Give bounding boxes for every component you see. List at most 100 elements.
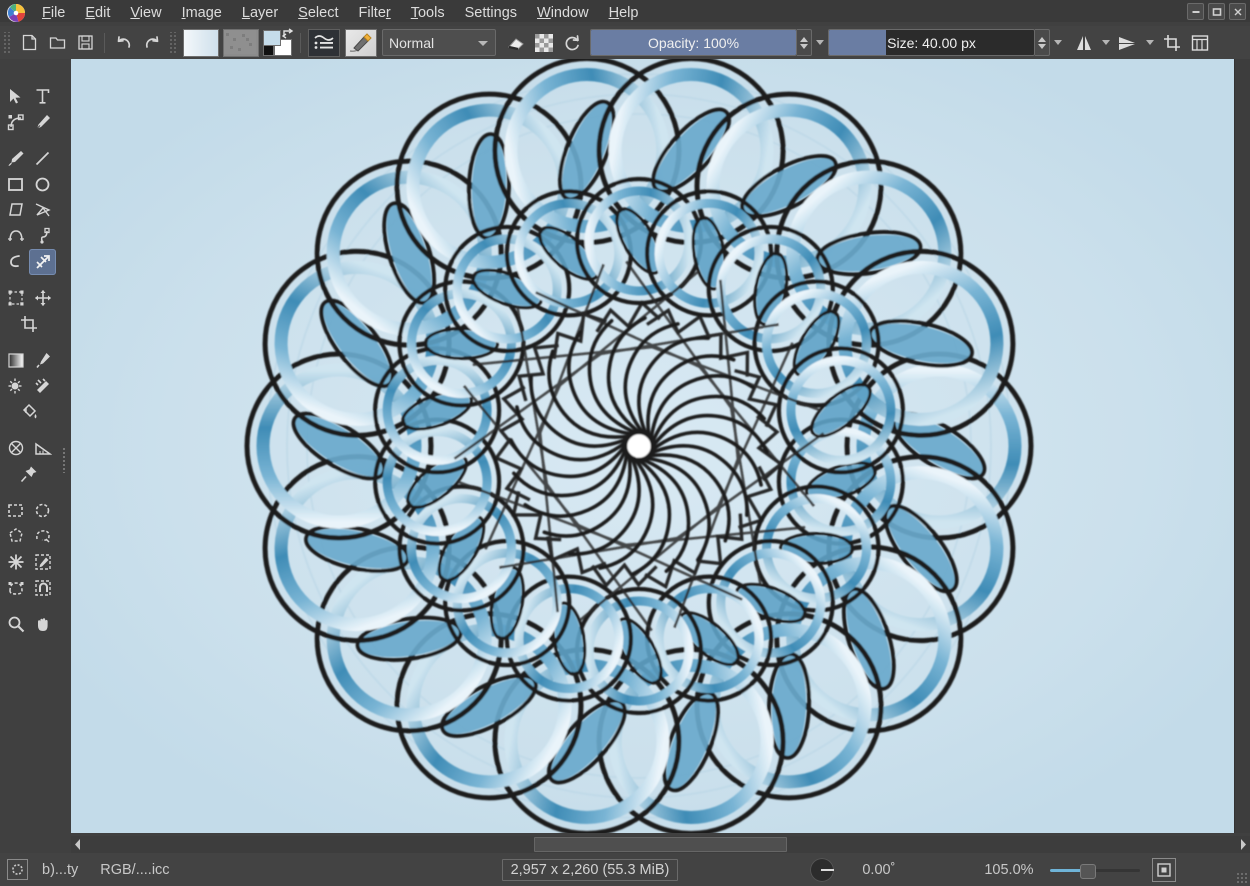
foreground-background-colors[interactable] bbox=[263, 30, 293, 56]
size-spin-up-icon[interactable] bbox=[1038, 37, 1046, 42]
menu-item-layer[interactable]: Layer bbox=[232, 2, 288, 24]
close-button[interactable] bbox=[1229, 3, 1246, 20]
reset-colors-icon[interactable] bbox=[263, 45, 274, 56]
tool-edit-shapes[interactable] bbox=[2, 109, 29, 135]
save-document-button[interactable] bbox=[72, 30, 98, 56]
toolbar-grip-1[interactable] bbox=[3, 32, 12, 54]
open-document-button[interactable] bbox=[44, 30, 70, 56]
workspaces-button[interactable] bbox=[1187, 30, 1213, 56]
zoom-slider[interactable] bbox=[1050, 862, 1140, 878]
tool-dynamic-brush[interactable] bbox=[2, 249, 29, 275]
size-spin-down-icon[interactable] bbox=[1038, 44, 1046, 49]
tool-polygon[interactable] bbox=[2, 197, 29, 223]
minimize-button[interactable] bbox=[1187, 3, 1204, 20]
canvas-splitter[interactable] bbox=[58, 59, 71, 833]
image-canvas[interactable] bbox=[71, 59, 1235, 833]
tool-contiguous-selection[interactable] bbox=[2, 549, 29, 575]
menu-item-settings[interactable]: Settings bbox=[455, 2, 527, 24]
new-document-button[interactable] bbox=[16, 30, 42, 56]
eraser-toggle-button[interactable] bbox=[503, 30, 529, 56]
mirror-horizontal-button[interactable] bbox=[1071, 30, 1097, 56]
tool-multibrush[interactable] bbox=[29, 249, 56, 275]
tool-magnetic-selection[interactable] bbox=[29, 575, 56, 601]
tool-bezier-curve[interactable] bbox=[2, 223, 29, 249]
swap-colors-icon[interactable] bbox=[282, 28, 294, 40]
size-spinner[interactable] bbox=[1035, 29, 1050, 56]
menu-item-select[interactable]: Select bbox=[288, 2, 348, 24]
tool-rectangular-selection[interactable] bbox=[2, 497, 29, 523]
tool-line[interactable] bbox=[29, 145, 56, 171]
scroll-left-button[interactable] bbox=[71, 837, 85, 852]
opacity-spin-down-icon[interactable] bbox=[800, 44, 808, 49]
brush-editor-button[interactable] bbox=[345, 29, 377, 57]
tool-similar-color-selection[interactable] bbox=[29, 549, 56, 575]
tool-bezier-selection[interactable] bbox=[2, 575, 29, 601]
menu-item-help[interactable]: Help bbox=[599, 2, 649, 24]
tool-smart-patch[interactable] bbox=[29, 373, 56, 399]
menu-item-tools[interactable]: Tools bbox=[401, 2, 455, 24]
mirror-horizontal-caret-icon[interactable] bbox=[1102, 40, 1110, 45]
horizontal-scrollbar[interactable] bbox=[71, 836, 1250, 853]
tool-rectangle[interactable] bbox=[2, 171, 29, 197]
opacity-options-caret-icon[interactable] bbox=[816, 40, 824, 45]
selection-mask-button[interactable] bbox=[7, 859, 28, 880]
scroll-right-button[interactable] bbox=[1236, 837, 1250, 852]
tool-color-sampler[interactable] bbox=[29, 347, 56, 373]
redo-button[interactable] bbox=[139, 30, 165, 56]
tool-freehand-brush[interactable] bbox=[2, 145, 29, 171]
vertical-scrollbar[interactable] bbox=[1234, 59, 1250, 833]
tool-measure[interactable] bbox=[29, 435, 56, 461]
tool-elliptical-selection[interactable] bbox=[29, 497, 56, 523]
tool-colorize-mask[interactable] bbox=[2, 373, 29, 399]
tool-polyline[interactable] bbox=[29, 197, 56, 223]
mirror-vertical-button[interactable] bbox=[1115, 30, 1141, 56]
tool-ellipse[interactable] bbox=[29, 171, 56, 197]
opacity-slider-label: Opacity: 100% bbox=[648, 35, 739, 51]
size-options-caret-icon[interactable] bbox=[1054, 40, 1062, 45]
opacity-spinner[interactable] bbox=[797, 29, 812, 56]
opacity-slider[interactable]: Opacity: 100% bbox=[590, 29, 797, 56]
menu-item-file[interactable]: File bbox=[32, 2, 75, 24]
wrap-around-button[interactable] bbox=[1159, 30, 1185, 56]
menu-label-tools-rest: ools bbox=[418, 5, 445, 21]
canvas-rotation-dial[interactable] bbox=[810, 858, 834, 882]
tool-enclose-and-fill[interactable] bbox=[2, 435, 29, 461]
horizontal-scrollbar-thumb[interactable] bbox=[534, 837, 787, 852]
tool-crop[interactable] bbox=[16, 311, 43, 337]
horizontal-scrollbar-track[interactable] bbox=[85, 837, 1236, 852]
tool-move[interactable] bbox=[29, 285, 56, 311]
preserve-alpha-button[interactable] bbox=[531, 30, 557, 56]
undo-button[interactable] bbox=[111, 30, 137, 56]
tool-pan[interactable] bbox=[29, 611, 56, 637]
fit-page-button[interactable] bbox=[1152, 858, 1176, 882]
menu-item-edit[interactable]: Edit bbox=[75, 2, 120, 24]
opacity-spin-up-icon[interactable] bbox=[800, 37, 808, 42]
tool-calligraphy[interactable] bbox=[29, 109, 56, 135]
pattern-swatch[interactable] bbox=[223, 29, 259, 57]
mirror-vertical-caret-icon[interactable] bbox=[1146, 40, 1154, 45]
zoom-slider-handle[interactable] bbox=[1080, 864, 1096, 879]
toolbar-grip-2[interactable] bbox=[169, 32, 178, 54]
menu-item-window[interactable]: Window bbox=[527, 2, 599, 24]
maximize-button[interactable] bbox=[1208, 3, 1225, 20]
tool-select-shapes[interactable] bbox=[2, 83, 29, 109]
tool-fill[interactable] bbox=[16, 399, 43, 425]
resize-grip-icon[interactable] bbox=[1236, 872, 1248, 884]
size-slider[interactable]: Size: 40.00 px bbox=[828, 29, 1035, 56]
tool-freehand-selection[interactable] bbox=[29, 523, 56, 549]
menu-item-view[interactable]: View bbox=[120, 2, 171, 24]
tool-zoom[interactable] bbox=[2, 611, 29, 637]
blending-mode-dropdown[interactable]: Normal bbox=[382, 29, 496, 56]
gradient-swatch[interactable] bbox=[183, 29, 219, 57]
tool-freehand-path[interactable] bbox=[29, 223, 56, 249]
menu-item-filter[interactable]: Filter bbox=[348, 2, 400, 24]
reload-preset-button[interactable] bbox=[559, 30, 585, 56]
foreground-color-swatch[interactable] bbox=[263, 30, 281, 46]
menu-item-image[interactable]: Image bbox=[172, 2, 232, 24]
tool-reference-images[interactable] bbox=[16, 461, 43, 487]
brush-presets-button[interactable] bbox=[308, 29, 340, 57]
tool-transform[interactable] bbox=[2, 285, 29, 311]
tool-polygonal-selection[interactable] bbox=[2, 523, 29, 549]
tool-text[interactable] bbox=[29, 83, 56, 109]
tool-gradient[interactable] bbox=[2, 347, 29, 373]
